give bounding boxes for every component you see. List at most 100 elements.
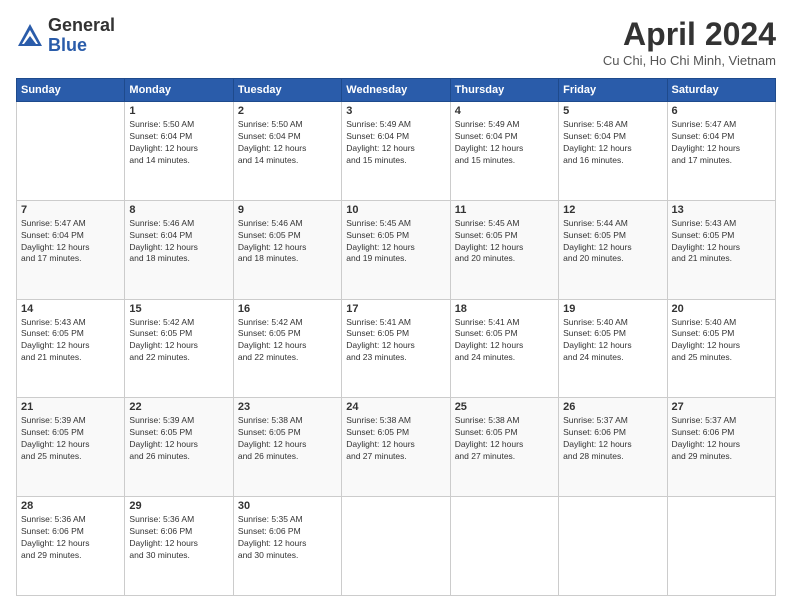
day-info: Sunrise: 5:50 AMSunset: 6:04 PMDaylight:… (129, 119, 228, 167)
calendar-week-2: 7 Sunrise: 5:47 AMSunset: 6:04 PMDaylight… (17, 200, 776, 299)
day-number: 15 (129, 303, 228, 315)
table-row: 15 Sunrise: 5:42 AMSunset: 6:05 PMDayligh… (125, 299, 233, 398)
day-number: 17 (346, 303, 445, 315)
day-info: Sunrise: 5:37 AMSunset: 6:06 PMDaylight:… (563, 415, 662, 463)
day-number: 21 (21, 401, 120, 413)
day-number: 22 (129, 401, 228, 413)
day-number: 24 (346, 401, 445, 413)
title-block: April 2024 Cu Chi, Ho Chi Minh, Vietnam (603, 16, 776, 68)
day-info: Sunrise: 5:38 AMSunset: 6:05 PMDaylight:… (238, 415, 337, 463)
day-info: Sunrise: 5:43 AMSunset: 6:05 PMDaylight:… (21, 317, 120, 365)
day-info: Sunrise: 5:37 AMSunset: 6:06 PMDaylight:… (672, 415, 771, 463)
day-info: Sunrise: 5:45 AMSunset: 6:05 PMDaylight:… (455, 218, 554, 266)
table-row: 10 Sunrise: 5:45 AMSunset: 6:05 PMDayligh… (342, 200, 450, 299)
logo-blue-text: Blue (48, 36, 115, 56)
day-info: Sunrise: 5:40 AMSunset: 6:05 PMDaylight:… (672, 317, 771, 365)
table-row: 6 Sunrise: 5:47 AMSunset: 6:04 PMDaylight… (667, 102, 775, 201)
day-number: 6 (672, 105, 771, 117)
day-number: 4 (455, 105, 554, 117)
table-row: 23 Sunrise: 5:38 AMSunset: 6:05 PMDayligh… (233, 398, 341, 497)
table-row: 3 Sunrise: 5:49 AMSunset: 6:04 PMDaylight… (342, 102, 450, 201)
day-info: Sunrise: 5:49 AMSunset: 6:04 PMDaylight:… (346, 119, 445, 167)
day-number: 10 (346, 204, 445, 216)
day-number: 3 (346, 105, 445, 117)
table-row (342, 497, 450, 596)
calendar-week-3: 14 Sunrise: 5:43 AMSunset: 6:05 PMDayligh… (17, 299, 776, 398)
col-thursday: Thursday (450, 79, 558, 102)
day-number: 7 (21, 204, 120, 216)
day-info: Sunrise: 5:50 AMSunset: 6:04 PMDaylight:… (238, 119, 337, 167)
table-row (667, 497, 775, 596)
calendar-table: Sunday Monday Tuesday Wednesday Thursday… (16, 78, 776, 596)
day-info: Sunrise: 5:46 AMSunset: 6:05 PMDaylight:… (238, 218, 337, 266)
calendar-week-5: 28 Sunrise: 5:36 AMSunset: 6:06 PMDayligh… (17, 497, 776, 596)
header: General Blue April 2024 Cu Chi, Ho Chi M… (16, 16, 776, 68)
day-number: 19 (563, 303, 662, 315)
day-number: 11 (455, 204, 554, 216)
day-number: 1 (129, 105, 228, 117)
day-info: Sunrise: 5:49 AMSunset: 6:04 PMDaylight:… (455, 119, 554, 167)
day-info: Sunrise: 5:40 AMSunset: 6:05 PMDaylight:… (563, 317, 662, 365)
day-info: Sunrise: 5:38 AMSunset: 6:05 PMDaylight:… (455, 415, 554, 463)
table-row: 4 Sunrise: 5:49 AMSunset: 6:04 PMDaylight… (450, 102, 558, 201)
day-number: 13 (672, 204, 771, 216)
calendar-week-1: 1 Sunrise: 5:50 AMSunset: 6:04 PMDaylight… (17, 102, 776, 201)
day-number: 26 (563, 401, 662, 413)
day-info: Sunrise: 5:48 AMSunset: 6:04 PMDaylight:… (563, 119, 662, 167)
table-row: 12 Sunrise: 5:44 AMSunset: 6:05 PMDayligh… (559, 200, 667, 299)
day-number: 23 (238, 401, 337, 413)
day-number: 14 (21, 303, 120, 315)
day-number: 28 (21, 500, 120, 512)
table-row: 28 Sunrise: 5:36 AMSunset: 6:06 PMDayligh… (17, 497, 125, 596)
col-wednesday: Wednesday (342, 79, 450, 102)
day-info: Sunrise: 5:36 AMSunset: 6:06 PMDaylight:… (129, 514, 228, 562)
table-row: 5Sunrise: 5:48 AMSunset: 6:04 PMDaylight… (559, 102, 667, 201)
col-saturday: Saturday (667, 79, 775, 102)
table-row: 29Sunrise: 5:36 AMSunset: 6:06 PMDayligh… (125, 497, 233, 596)
day-number: 9 (238, 204, 337, 216)
table-row: 16Sunrise: 5:42 AMSunset: 6:05 PMDayligh… (233, 299, 341, 398)
day-info: Sunrise: 5:45 AMSunset: 6:05 PMDaylight:… (346, 218, 445, 266)
table-row: 17Sunrise: 5:41 AMSunset: 6:05 PMDayligh… (342, 299, 450, 398)
day-info: Sunrise: 5:36 AMSunset: 6:06 PMDaylight:… (21, 514, 120, 562)
day-info: Sunrise: 5:41 AMSunset: 6:05 PMDaylight:… (455, 317, 554, 365)
table-row: 20 Sunrise: 5:40 AMSunset: 6:05 PMDayligh… (667, 299, 775, 398)
table-row: 8 Sunrise: 5:46 AMSunset: 6:04 PMDaylight… (125, 200, 233, 299)
logo-icon (16, 22, 44, 50)
day-info: Sunrise: 5:42 AMSunset: 6:05 PMDaylight:… (238, 317, 337, 365)
calendar-header-row: Sunday Monday Tuesday Wednesday Thursday… (17, 79, 776, 102)
table-row: 2 Sunrise: 5:50 AMSunset: 6:04 PMDaylight… (233, 102, 341, 201)
logo: General Blue (16, 16, 115, 56)
day-number: 25 (455, 401, 554, 413)
day-info: Sunrise: 5:38 AMSunset: 6:05 PMDaylight:… (346, 415, 445, 463)
table-row: 18 Sunrise: 5:41 AMSunset: 6:05 PMDayligh… (450, 299, 558, 398)
table-row: 1 Sunrise: 5:50 AMSunset: 6:04 PMDaylight… (125, 102, 233, 201)
col-tuesday: Tuesday (233, 79, 341, 102)
day-info: Sunrise: 5:44 AMSunset: 6:05 PMDaylight:… (563, 218, 662, 266)
table-row: 19 Sunrise: 5:40 AMSunset: 6:05 PMDayligh… (559, 299, 667, 398)
day-number: 12 (563, 204, 662, 216)
day-number: 8 (129, 204, 228, 216)
day-info: Sunrise: 5:47 AMSunset: 6:04 PMDaylight:… (672, 119, 771, 167)
day-info: Sunrise: 5:42 AMSunset: 6:05 PMDaylight:… (129, 317, 228, 365)
table-row (559, 497, 667, 596)
day-info: Sunrise: 5:43 AMSunset: 6:05 PMDaylight:… (672, 218, 771, 266)
day-info: Sunrise: 5:46 AMSunset: 6:04 PMDaylight:… (129, 218, 228, 266)
day-info: Sunrise: 5:39 AMSunset: 6:05 PMDaylight:… (21, 415, 120, 463)
table-row: 14 Sunrise: 5:43 AMSunset: 6:05 PMDayligh… (17, 299, 125, 398)
col-sunday: Sunday (17, 79, 125, 102)
col-monday: Monday (125, 79, 233, 102)
table-row: 26 Sunrise: 5:37 AMSunset: 6:06 PMDayligh… (559, 398, 667, 497)
day-number: 2 (238, 105, 337, 117)
table-row: 25 Sunrise: 5:38 AMSunset: 6:05 PMDayligh… (450, 398, 558, 497)
day-info: Sunrise: 5:47 AMSunset: 6:04 PMDaylight:… (21, 218, 120, 266)
logo-general-text: General (48, 16, 115, 36)
table-row: 11 Sunrise: 5:45 AMSunset: 6:05 PMDayligh… (450, 200, 558, 299)
day-number: 20 (672, 303, 771, 315)
day-info: Sunrise: 5:39 AMSunset: 6:05 PMDaylight:… (129, 415, 228, 463)
page: General Blue April 2024 Cu Chi, Ho Chi M… (0, 0, 792, 612)
day-number: 27 (672, 401, 771, 413)
day-number: 30 (238, 500, 337, 512)
day-number: 18 (455, 303, 554, 315)
table-row (450, 497, 558, 596)
